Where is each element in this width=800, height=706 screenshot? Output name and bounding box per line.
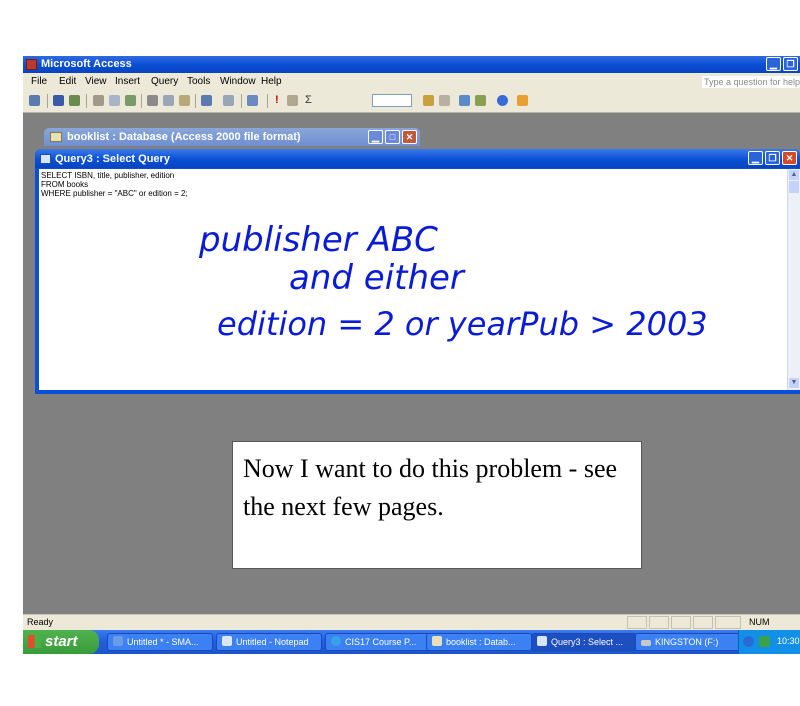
status-panel	[693, 616, 713, 629]
db-close-button[interactable]: ✕	[402, 130, 417, 144]
scroll-thumb[interactable]	[789, 181, 799, 193]
smart-notebook-icon	[113, 636, 123, 646]
start-button[interactable]: start	[23, 630, 99, 654]
toolbar-separator	[86, 94, 87, 108]
query-window: Query3 : Select Query ▁ ❐ ✕ SELECT ISBN,…	[35, 149, 800, 394]
menu-insert[interactable]: Insert	[115, 76, 140, 87]
minimize-button[interactable]: ▁	[766, 57, 781, 71]
task-notepad[interactable]: Untitled - Notepad	[216, 633, 322, 651]
top-values-combo[interactable]	[372, 94, 412, 107]
toolbar-separator	[267, 94, 268, 108]
task-smart-notebook[interactable]: Untitled * - SMA...	[107, 633, 213, 651]
access-db-icon	[432, 636, 442, 646]
query-minimize-button[interactable]: ▁	[748, 151, 763, 165]
properties-icon[interactable]	[423, 95, 434, 106]
query-title-bar[interactable]: Query3 : Select Query ▁ ❐ ✕	[35, 149, 800, 168]
search-icon[interactable]	[69, 95, 80, 106]
copy-icon[interactable]	[163, 95, 174, 106]
database-window[interactable]: booklist : Database (Access 2000 file fo…	[44, 128, 420, 146]
taskbar: start Untitled * - SMA... Untitled - Not…	[23, 630, 800, 654]
toolbar-separator	[241, 94, 242, 108]
scroll-down-icon[interactable]: ▼	[789, 378, 799, 388]
query-icon	[40, 154, 51, 164]
show-table-icon[interactable]	[287, 95, 298, 106]
menu-window[interactable]: Window	[220, 76, 256, 87]
tray-app-icon[interactable]	[759, 636, 770, 647]
menu-edit[interactable]: Edit	[59, 76, 76, 87]
paste-icon[interactable]	[179, 95, 190, 106]
handwriting-line-2: and either	[289, 258, 466, 298]
toolbar-options-icon[interactable]	[517, 95, 528, 106]
query-close-button[interactable]: ✕	[782, 151, 797, 165]
query-restore-button[interactable]: ❐	[765, 151, 780, 165]
access-screen: Microsoft Access ▁ ❐ File Edit View Inse…	[23, 56, 800, 654]
vertical-scrollbar[interactable]: ▲ ▼	[787, 169, 800, 390]
menu-help[interactable]: Help	[261, 76, 282, 87]
help-icon[interactable]	[497, 95, 508, 106]
toolbar: ! Σ	[23, 90, 800, 113]
app-title-bar[interactable]: Microsoft Access ▁ ❐	[23, 56, 800, 73]
database-icon	[50, 132, 62, 142]
toolbar-separator	[141, 94, 142, 108]
new-object-icon[interactable]	[475, 95, 486, 106]
start-label: start	[45, 633, 78, 650]
save-icon[interactable]	[53, 95, 64, 106]
menu-tools[interactable]: Tools	[187, 76, 210, 87]
help-search-input[interactable]: Type a question for help	[702, 76, 800, 88]
cut-icon[interactable]	[147, 95, 158, 106]
toolbar-separator	[195, 94, 196, 108]
status-panel	[627, 616, 647, 629]
menu-view[interactable]: View	[85, 76, 107, 87]
task-booklist-db[interactable]: booklist : Datab...	[426, 633, 532, 651]
query-type-icon[interactable]	[247, 95, 258, 106]
handwriting-line-3: edition = 2 or yearPub > 2003	[217, 305, 708, 343]
task-kingston-drive[interactable]: KINGSTON (F:)	[635, 633, 741, 651]
access-app-icon	[26, 59, 37, 70]
status-panel	[715, 616, 741, 629]
builder-icon[interactable]	[439, 95, 450, 106]
windows-logo-icon	[28, 635, 41, 648]
database-window-icon[interactable]	[459, 95, 470, 106]
sql-editor[interactable]: SELECT ISBN, title, publisher, edition F…	[39, 169, 800, 390]
print-icon[interactable]	[93, 95, 104, 106]
system-tray: 10:30 AM	[738, 630, 800, 654]
status-panel	[671, 616, 691, 629]
handwriting-annotation: publisher ABC and either edition = 2 or …	[198, 220, 708, 343]
status-panel	[649, 616, 669, 629]
menu-query[interactable]: Query	[151, 76, 178, 87]
handwriting-line-1: publisher ABC	[198, 220, 438, 260]
spelling-icon[interactable]	[125, 95, 136, 106]
drive-icon	[641, 640, 651, 646]
clock: 10:30 AM	[777, 636, 800, 646]
menu-file[interactable]: File	[31, 76, 47, 87]
run-icon[interactable]: !	[275, 94, 279, 107]
task-query3[interactable]: Query3 : Select ...	[531, 633, 637, 651]
database-window-title: booklist : Database (Access 2000 file fo…	[67, 131, 301, 143]
query-icon	[537, 636, 547, 646]
status-bar: Ready NUM	[23, 614, 800, 631]
menu-bar: File Edit View Insert Query Tools Window…	[23, 73, 800, 90]
num-lock-indicator: NUM	[749, 617, 770, 627]
view-icon[interactable]	[29, 95, 40, 106]
toolbar-separator	[47, 94, 48, 108]
db-minimize-button[interactable]: ▁	[368, 130, 383, 144]
task-browser[interactable]: CIS17 Course P...	[325, 633, 431, 651]
db-maximize-button[interactable]: □	[385, 130, 400, 144]
app-title: Microsoft Access	[41, 58, 132, 70]
restore-button[interactable]: ❐	[783, 57, 798, 71]
status-text: Ready	[27, 617, 54, 627]
notepad-icon	[222, 636, 232, 646]
totals-icon[interactable]: Σ	[305, 94, 312, 107]
ie-icon	[331, 636, 341, 646]
query-window-title: Query3 : Select Query	[55, 153, 170, 165]
slide-note: Now I want to do this problem - see the …	[232, 441, 642, 569]
scroll-up-icon[interactable]: ▲	[789, 170, 799, 180]
print-preview-icon[interactable]	[109, 95, 120, 106]
tray-arrow-icon[interactable]	[743, 636, 754, 647]
undo-icon[interactable]	[201, 95, 212, 106]
redo-icon[interactable]	[223, 95, 234, 106]
